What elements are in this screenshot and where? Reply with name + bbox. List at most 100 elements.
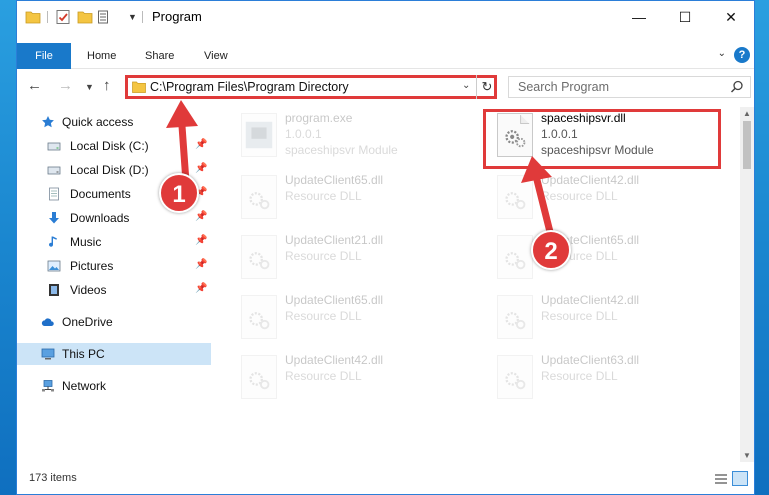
file-name: UpdateClient42.dll — [541, 173, 640, 187]
close-button[interactable]: ✕ — [708, 1, 754, 33]
file-name: program.exe — [285, 111, 353, 125]
computer-icon — [41, 347, 55, 361]
file-item[interactable]: UpdateClient21.dll Resource DLL — [213, 229, 453, 281]
sidebar-item-quick-access[interactable]: Quick access — [17, 111, 211, 133]
address-row: ← → ▼ ↑ C:\Program Files\Program Directo… — [17, 73, 754, 101]
new-folder-icon[interactable] — [77, 9, 93, 25]
file-name: UpdateClient42.dll — [285, 353, 384, 367]
star-icon — [41, 115, 55, 129]
scrollbar-thumb[interactable] — [743, 121, 751, 169]
window-title: Program — [152, 9, 202, 24]
sidebar-item-label: Local Disk (C:) — [70, 139, 149, 153]
file-item-program-exe[interactable]: program.exe 1.0.0.1 spaceshipsvr Module — [213, 107, 453, 159]
dll-gear-file-icon — [497, 295, 533, 339]
minimize-button[interactable]: — — [616, 1, 662, 33]
forward-arrow-icon[interactable]: → — [58, 77, 73, 94]
title-separator — [142, 11, 143, 23]
pin-icon: 📌 — [195, 211, 208, 222]
file-description: Resource DLL — [285, 369, 362, 383]
file-item[interactable]: UpdateClient42.dll Resource DLL — [469, 289, 709, 341]
highlight-box-spaceshipsvr — [483, 109, 721, 169]
sidebar-item-local-disk-c[interactable]: Local Disk (C:) 📌 — [17, 135, 211, 157]
file-name: UpdateClient42.dll — [541, 293, 640, 307]
address-bar[interactable]: C:\Program Files\Program Directory ⌄ ↻ — [125, 75, 497, 99]
drive-icon — [47, 139, 61, 153]
file-item[interactable]: UpdateClient65.dll Resource DLL — [213, 289, 453, 341]
sidebar-item-videos[interactable]: Videos 📌 — [17, 279, 211, 301]
file-name: UpdateClient21.dll — [285, 233, 384, 247]
tab-share[interactable]: Share — [145, 43, 174, 69]
step-badge-1: 1 — [159, 173, 199, 213]
desktop-background-left — [0, 0, 16, 495]
vertical-scrollbar[interactable]: ▲ ▼ — [740, 107, 754, 462]
refresh-icon[interactable]: ↻ — [476, 75, 497, 99]
properties-check-icon[interactable] — [55, 9, 71, 25]
expand-ribbon-chevron-icon[interactable]: ⌄ — [718, 48, 726, 59]
sidebar-item-pictures[interactable]: Pictures 📌 — [17, 255, 211, 277]
file-item[interactable]: UpdateClient42.dll Resource DLL — [213, 349, 453, 401]
dll-gear-file-icon — [241, 295, 277, 339]
tab-view[interactable]: View — [204, 43, 228, 69]
up-arrow-icon[interactable]: ↑ — [103, 77, 111, 94]
dll-gear-file-icon — [241, 235, 277, 279]
recent-locations-chevron-icon[interactable]: ▼ — [85, 82, 94, 92]
sidebar-item-label: Network — [62, 379, 107, 393]
file-description: Resource DLL — [285, 189, 362, 203]
pin-icon: 📌 — [195, 283, 208, 294]
drive-icon — [47, 163, 61, 177]
back-arrow-icon[interactable]: ← — [27, 77, 42, 94]
sidebar-item-label: Pictures — [70, 259, 114, 273]
address-dropdown-chevron-icon[interactable]: ⌄ — [462, 80, 470, 91]
explorer-window: ▼ Program — ☐ ✕ File Home Share View ⌄ ?… — [16, 0, 755, 495]
navigation-pane: Quick access Local Disk (C:) 📌 Local Dis… — [17, 107, 211, 462]
file-item[interactable]: UpdateClient63.dll Resource DLL — [469, 349, 709, 401]
customize-toolbar-icon[interactable] — [97, 9, 113, 25]
search-input[interactable]: Search Program — [508, 76, 751, 98]
tiles-view-icon[interactable] — [732, 471, 748, 486]
pin-icon: 📌 — [195, 259, 208, 270]
address-path[interactable]: C:\Program Files\Program Directory — [150, 80, 349, 94]
file-description: Resource DLL — [541, 369, 618, 383]
file-item[interactable]: UpdateClient65.dll Resource DLL — [469, 229, 709, 281]
tab-file[interactable]: File — [17, 43, 71, 69]
scroll-down-arrow-icon[interactable]: ▼ — [743, 451, 751, 460]
sidebar-item-label: Videos — [70, 283, 107, 297]
dll-gear-file-icon — [241, 175, 277, 219]
cloud-icon — [41, 315, 55, 329]
sidebar-item-label: Quick access — [62, 115, 134, 129]
folder-icon[interactable] — [25, 9, 41, 25]
file-list: program.exe 1.0.0.1 spaceshipsvr Module … — [213, 107, 743, 462]
file-item[interactable]: UpdateClient65.dll Resource DLL — [213, 169, 453, 221]
maximize-button[interactable]: ☐ — [662, 1, 708, 33]
file-item[interactable]: UpdateClient42.dll Resource DLL — [469, 169, 709, 221]
help-icon[interactable]: ? — [734, 47, 750, 63]
sidebar-item-onedrive[interactable]: OneDrive — [17, 311, 211, 333]
dll-gear-file-icon — [241, 355, 277, 399]
scroll-up-arrow-icon[interactable]: ▲ — [743, 109, 751, 118]
file-description: Resource DLL — [541, 309, 618, 323]
documents-icon — [47, 187, 61, 201]
folder-icon — [132, 81, 146, 93]
sidebar-item-label: Documents — [70, 187, 131, 201]
sidebar-item-this-pc[interactable]: This PC — [17, 343, 211, 365]
file-name: UpdateClient65.dll — [285, 293, 384, 307]
tab-home[interactable]: Home — [87, 43, 116, 69]
pin-icon: 📌 — [195, 235, 208, 246]
pin-icon: 📌 — [195, 163, 208, 174]
search-placeholder: Search Program — [518, 80, 610, 94]
sidebar-item-label: Downloads — [70, 211, 130, 225]
pin-icon: 📌 — [195, 139, 208, 150]
pictures-icon — [47, 259, 61, 273]
exe-file-icon — [241, 113, 277, 157]
search-icon[interactable] — [730, 80, 744, 94]
sidebar-item-network[interactable]: Network — [17, 375, 211, 397]
sidebar-item-label: Local Disk (D:) — [70, 163, 149, 177]
sidebar-item-music[interactable]: Music 📌 — [17, 231, 211, 253]
file-version: 1.0.0.1 — [285, 127, 322, 141]
download-icon — [47, 211, 61, 225]
chevron-down-icon[interactable]: ▼ — [128, 12, 137, 22]
sidebar-item-label: OneDrive — [62, 315, 113, 329]
file-description: spaceshipsvr Module — [285, 143, 398, 157]
file-name: UpdateClient63.dll — [541, 353, 640, 367]
details-view-icon[interactable] — [714, 473, 728, 485]
